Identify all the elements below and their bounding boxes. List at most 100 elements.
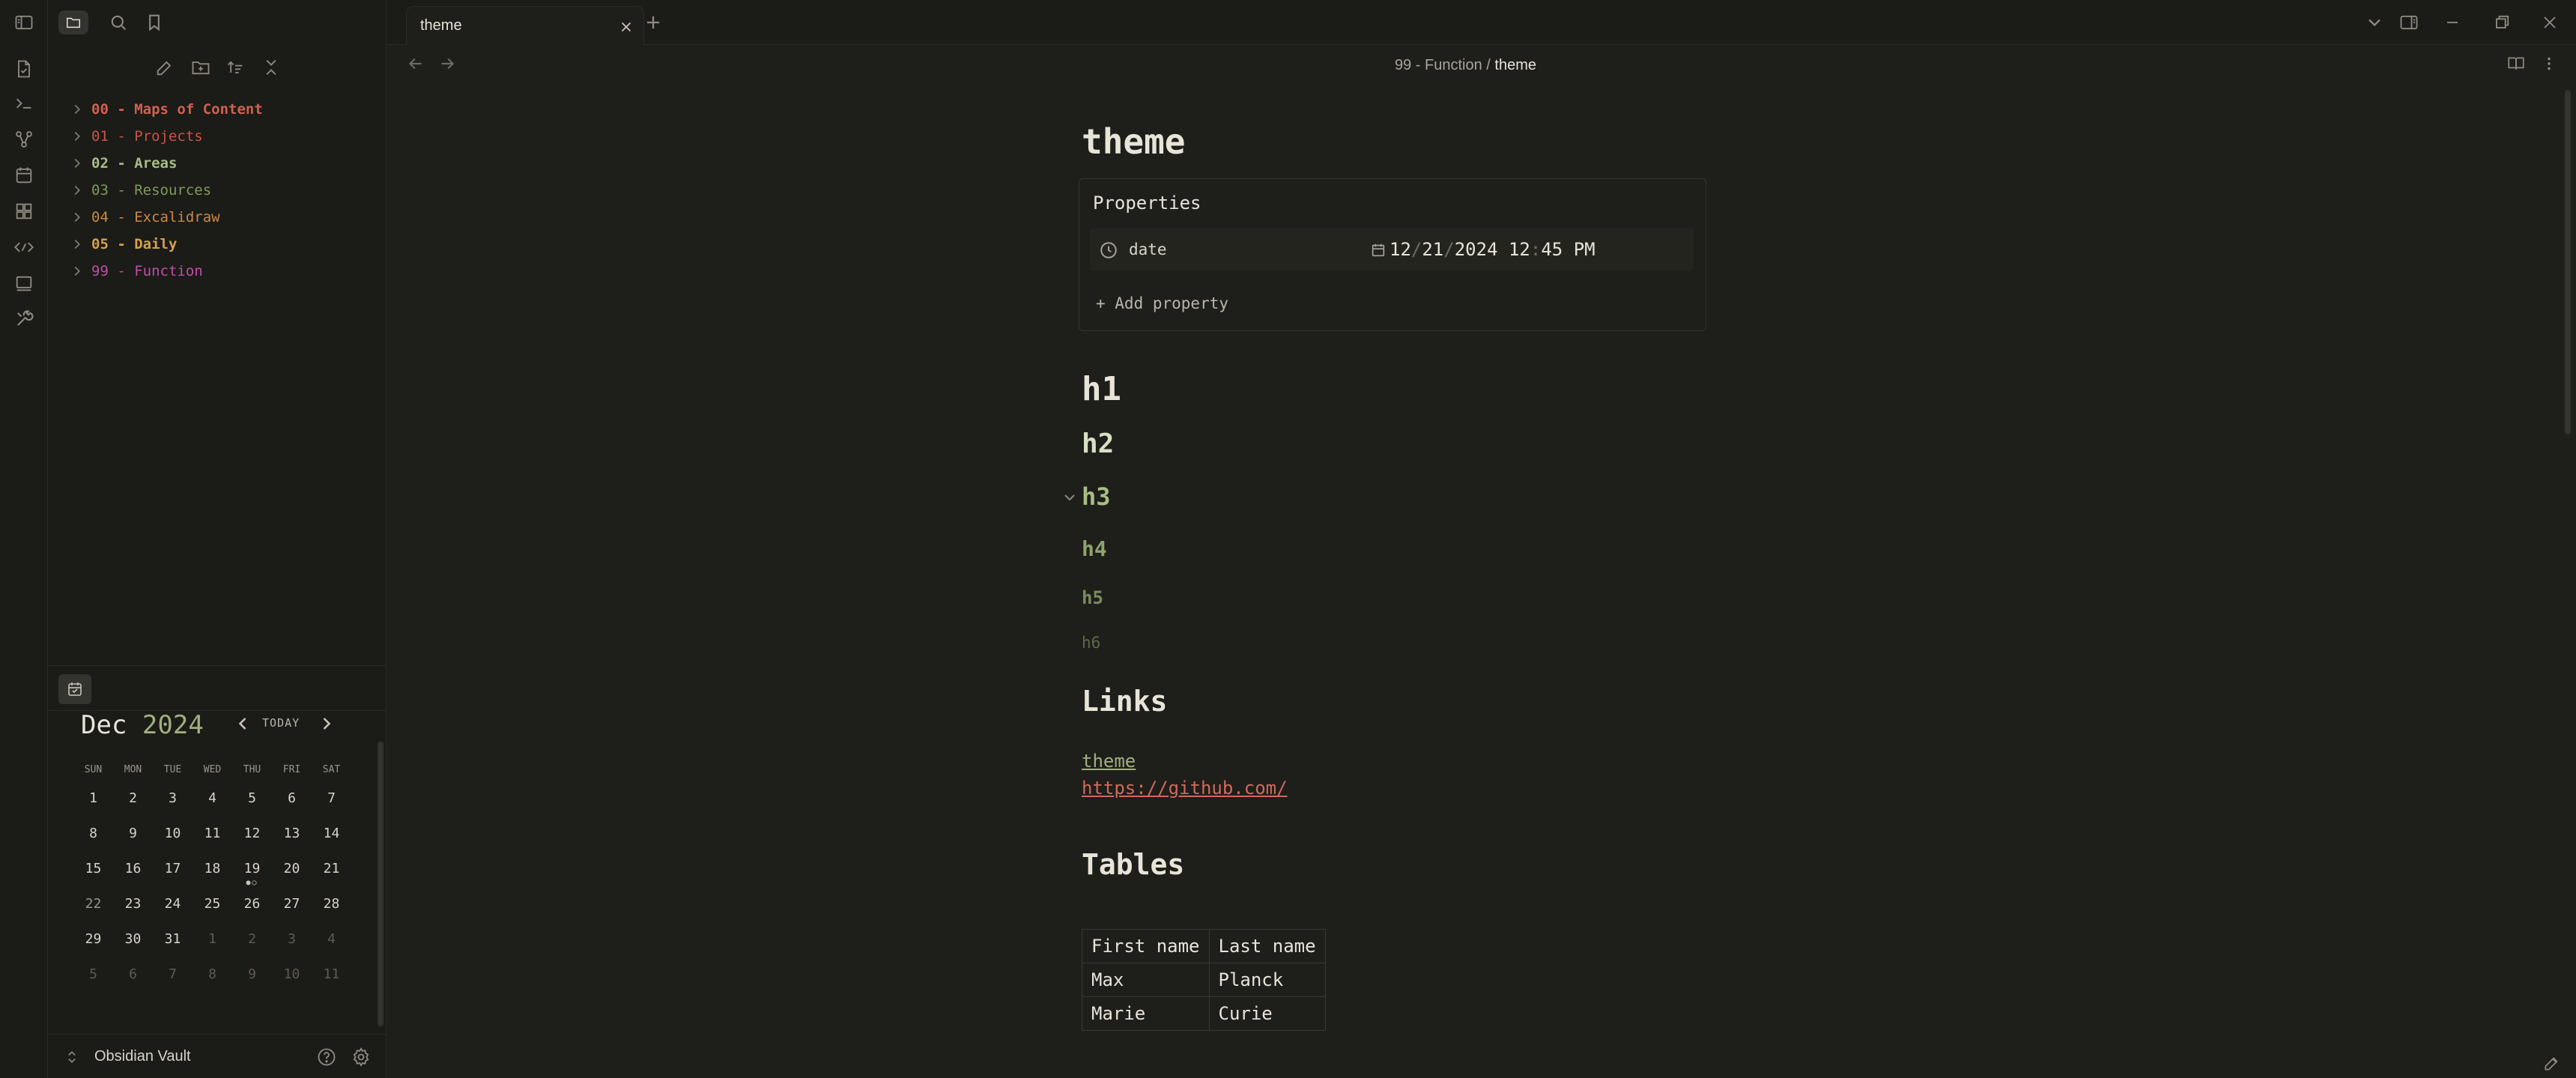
- file-icon[interactable]: [13, 58, 34, 79]
- close-window-icon[interactable]: [2539, 12, 2560, 33]
- add-property-button[interactable]: + Add property: [1096, 294, 1228, 312]
- calendar-today-button[interactable]: TODAY: [262, 716, 300, 730]
- calendar-day[interactable]: 6: [113, 966, 153, 982]
- property-value-datetime[interactable]: 12/21/2024 12:45 PM: [1389, 239, 1595, 260]
- arrow-left-icon[interactable]: [406, 54, 425, 73]
- external-link[interactable]: https://github.com/: [1082, 778, 1288, 799]
- folder-resources[interactable]: 03 - Resources: [69, 177, 263, 204]
- new-note-icon[interactable]: [154, 57, 175, 78]
- chevron-down-icon[interactable]: [2364, 12, 2385, 33]
- files-icon[interactable]: [58, 10, 88, 34]
- calendar-day[interactable]: 10: [272, 966, 312, 982]
- calendar-day[interactable]: 3: [153, 790, 193, 806]
- calendar-day[interactable]: 20: [272, 861, 312, 876]
- calendar-day[interactable]: 1: [193, 931, 232, 947]
- tools-icon[interactable]: [13, 309, 34, 330]
- calendar-day[interactable]: 12: [232, 826, 272, 841]
- calendar-scrollbar[interactable]: [378, 742, 384, 1026]
- vault-switcher[interactable]: Obsidian Vault: [48, 1034, 387, 1078]
- calendar-day[interactable]: 17: [153, 861, 193, 876]
- chevron-left-icon[interactable]: [232, 713, 253, 734]
- calendar-day[interactable]: 2: [232, 931, 272, 947]
- calendar-day[interactable]: 4: [312, 931, 351, 947]
- blocks-icon[interactable]: [13, 201, 34, 222]
- close-icon[interactable]: [618, 19, 634, 35]
- new-folder-icon[interactable]: [190, 57, 211, 78]
- chevron-right-icon[interactable]: [316, 713, 337, 734]
- tab-theme[interactable]: theme: [406, 6, 644, 45]
- chevron-down-icon[interactable]: [1061, 488, 1079, 506]
- calendar-day[interactable]: 27: [272, 896, 312, 912]
- table-cell[interactable]: Marie: [1082, 996, 1210, 1031]
- calendar-day[interactable]: 13: [272, 826, 312, 841]
- property-row-date[interactable]: date 12/21/2024 12:45 PM: [1090, 228, 1694, 270]
- terminal-icon[interactable]: [13, 93, 34, 114]
- calendar-day[interactable]: 26: [232, 896, 272, 912]
- folder-function[interactable]: 99 - Function: [69, 258, 263, 285]
- collapse-all-icon[interactable]: [261, 57, 282, 78]
- sidebar-toggle-icon[interactable]: [13, 12, 34, 33]
- table-cell[interactable]: Max: [1082, 963, 1210, 997]
- calendar-day[interactable]: 1: [73, 790, 113, 806]
- pencil-icon[interactable]: [2542, 1053, 2562, 1073]
- calendar-day[interactable]: 9: [113, 826, 153, 841]
- arrow-right-icon[interactable]: [437, 54, 457, 73]
- calendar-day[interactable]: 18: [193, 861, 232, 876]
- folder-areas[interactable]: 02 - Areas: [69, 150, 263, 177]
- date-month[interactable]: 12: [1389, 239, 1411, 260]
- time-minute[interactable]: 45: [1541, 239, 1563, 260]
- calendar-day[interactable]: 28: [312, 896, 351, 912]
- calendar-day[interactable]: 10: [153, 826, 193, 841]
- calendar-day[interactable]: 16: [113, 861, 153, 876]
- folder-daily[interactable]: 05 - Daily: [69, 231, 263, 258]
- note-title[interactable]: theme: [1082, 121, 1185, 162]
- calendar-day[interactable]: 21: [312, 861, 351, 876]
- calendar-icon[interactable]: [1370, 242, 1387, 258]
- calendar-day[interactable]: 5: [232, 790, 272, 806]
- calendar-day[interactable]: 29: [73, 931, 113, 947]
- properties-heading[interactable]: Properties: [1093, 193, 1201, 214]
- property-key[interactable]: date: [1129, 240, 1167, 258]
- table-header-cell[interactable]: Last name: [1208, 929, 1326, 963]
- calendar-tab-icon[interactable]: [58, 674, 91, 704]
- calendar-day[interactable]: 22: [73, 896, 113, 912]
- calendar-day[interactable]: 11: [312, 966, 351, 982]
- date-year[interactable]: 2024: [1455, 239, 1498, 260]
- table-cell[interactable]: Curie: [1208, 996, 1326, 1031]
- breadcrumb-current[interactable]: theme: [1494, 57, 1536, 73]
- calendar-day[interactable]: 8: [193, 966, 232, 982]
- calendar-day[interactable]: 7: [312, 790, 351, 806]
- more-options-icon[interactable]: [2539, 54, 2559, 73]
- code-percent-icon[interactable]: [13, 237, 34, 258]
- calendar-day[interactable]: 5: [73, 966, 113, 982]
- folder-excalidraw[interactable]: 04 - Excalidraw: [69, 204, 263, 231]
- restore-icon[interactable]: [2491, 12, 2512, 33]
- calendar-day[interactable]: 24: [153, 896, 193, 912]
- calendar-day[interactable]: 7: [153, 966, 193, 982]
- time-hour[interactable]: 12: [1509, 239, 1530, 260]
- date-day[interactable]: 21: [1422, 239, 1443, 260]
- search-icon[interactable]: [108, 12, 129, 33]
- minimize-icon[interactable]: [2442, 12, 2463, 33]
- bookmark-icon[interactable]: [144, 12, 165, 33]
- calendar-icon[interactable]: [13, 165, 34, 186]
- editor-scrollbar[interactable]: [2565, 90, 2571, 434]
- calendar-day[interactable]: 14: [312, 826, 351, 841]
- calendar-day[interactable]: 9: [232, 966, 272, 982]
- help-icon[interactable]: [316, 1047, 337, 1068]
- time-ampm[interactable]: PM: [1574, 239, 1595, 260]
- slides-icon[interactable]: [13, 273, 34, 294]
- breadcrumb-parent[interactable]: 99 - Function: [1395, 57, 1482, 73]
- plus-icon[interactable]: [643, 12, 664, 33]
- calendar-day[interactable]: 3: [272, 931, 312, 947]
- internal-link[interactable]: theme: [1082, 751, 1136, 772]
- calendar-day[interactable]: 23: [113, 896, 153, 912]
- calendar-day[interactable]: 6: [272, 790, 312, 806]
- right-sidebar-toggle-icon[interactable]: [2398, 12, 2419, 33]
- graph-icon[interactable]: [13, 129, 34, 150]
- calendar-day[interactable]: 4: [193, 790, 232, 806]
- gear-icon[interactable]: [351, 1047, 372, 1068]
- calendar-day[interactable]: 2: [113, 790, 153, 806]
- folder-maps-of-content[interactable]: 00 - Maps of Content: [69, 96, 263, 123]
- calendar-day-with-notes[interactable]: 19 ●○: [232, 861, 272, 887]
